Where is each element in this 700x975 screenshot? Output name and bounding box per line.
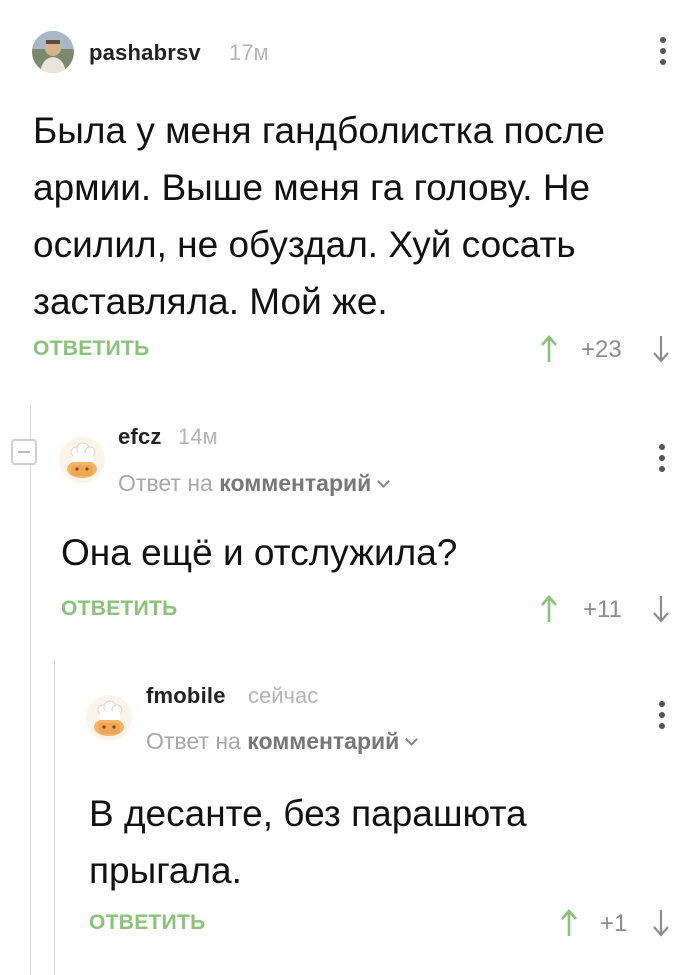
timestamp: 14м	[178, 424, 218, 449]
comment-text-line: осилил, не обуздал. Хуй сосать	[33, 224, 576, 265]
avatar-fmobile[interactable]	[86, 695, 132, 741]
reply-button[interactable]: ОТВЕТИТЬ	[33, 337, 150, 361]
more-menu-icon[interactable]	[657, 701, 667, 737]
avatar-efcz[interactable]	[59, 437, 105, 483]
reply-button[interactable]: ОТВЕТИТЬ	[61, 597, 178, 621]
username[interactable]: pashabrsv	[89, 40, 201, 66]
avatar-photo-icon	[32, 31, 74, 73]
avatar-chef-hat-icon	[86, 695, 132, 741]
arrow-up-icon[interactable]	[559, 908, 579, 938]
rating-count: +23	[581, 336, 622, 363]
more-menu-icon[interactable]	[658, 37, 668, 73]
timestamp: сейчас	[248, 683, 319, 708]
comment-text: Была у меня гандболистка после армии. Вы…	[33, 102, 605, 330]
reply-to-link[interactable]: Ответ на комментарий	[146, 728, 419, 755]
reply-to-link[interactable]: Ответ на комментарий	[118, 470, 391, 497]
thread-line	[30, 405, 31, 975]
comment-text-line: Она ещё и отслужила?	[61, 532, 458, 573]
reply-button[interactable]: ОТВЕТИТЬ	[89, 911, 206, 935]
reply-to-prefix: Ответ на	[118, 470, 213, 496]
rating-count: +1	[600, 910, 628, 937]
username[interactable]: fmobile	[146, 683, 226, 709]
arrow-down-icon[interactable]	[651, 908, 671, 938]
reply-to-prefix: Ответ на	[146, 728, 241, 754]
arrow-up-icon[interactable]	[539, 334, 559, 364]
more-menu-icon[interactable]	[657, 444, 667, 480]
arrow-down-icon[interactable]	[651, 594, 671, 624]
comment-text-line: Была у меня гандболистка после	[33, 110, 605, 151]
thread-line	[54, 660, 55, 975]
comment-text-line: прыгала.	[89, 850, 242, 891]
rating-count: +11	[583, 596, 622, 623]
comment-text: В десанте, без парашюта прыгала.	[89, 785, 527, 899]
avatar-chef-hat-icon	[59, 437, 105, 483]
reply-to-target[interactable]: комментарий	[247, 728, 399, 754]
collapse-minus-icon[interactable]	[11, 439, 37, 465]
username[interactable]: efcz	[118, 424, 162, 450]
chevron-down-icon	[405, 733, 419, 746]
comment-text-line: армии. Выше меня га голову. Не	[33, 167, 591, 208]
arrow-down-icon[interactable]	[651, 334, 671, 364]
comment-text-line: В десанте, без парашюта	[89, 793, 527, 834]
comment-text: Она ещё и отслужила?	[61, 524, 457, 581]
arrow-up-icon[interactable]	[539, 594, 559, 624]
comment-text-line: заставляла. Мой же.	[33, 281, 388, 322]
timestamp: 17м	[229, 40, 269, 65]
chevron-down-icon	[377, 475, 391, 488]
avatar-pashabrsv[interactable]	[32, 31, 74, 73]
reply-to-target[interactable]: комментарий	[219, 470, 371, 496]
